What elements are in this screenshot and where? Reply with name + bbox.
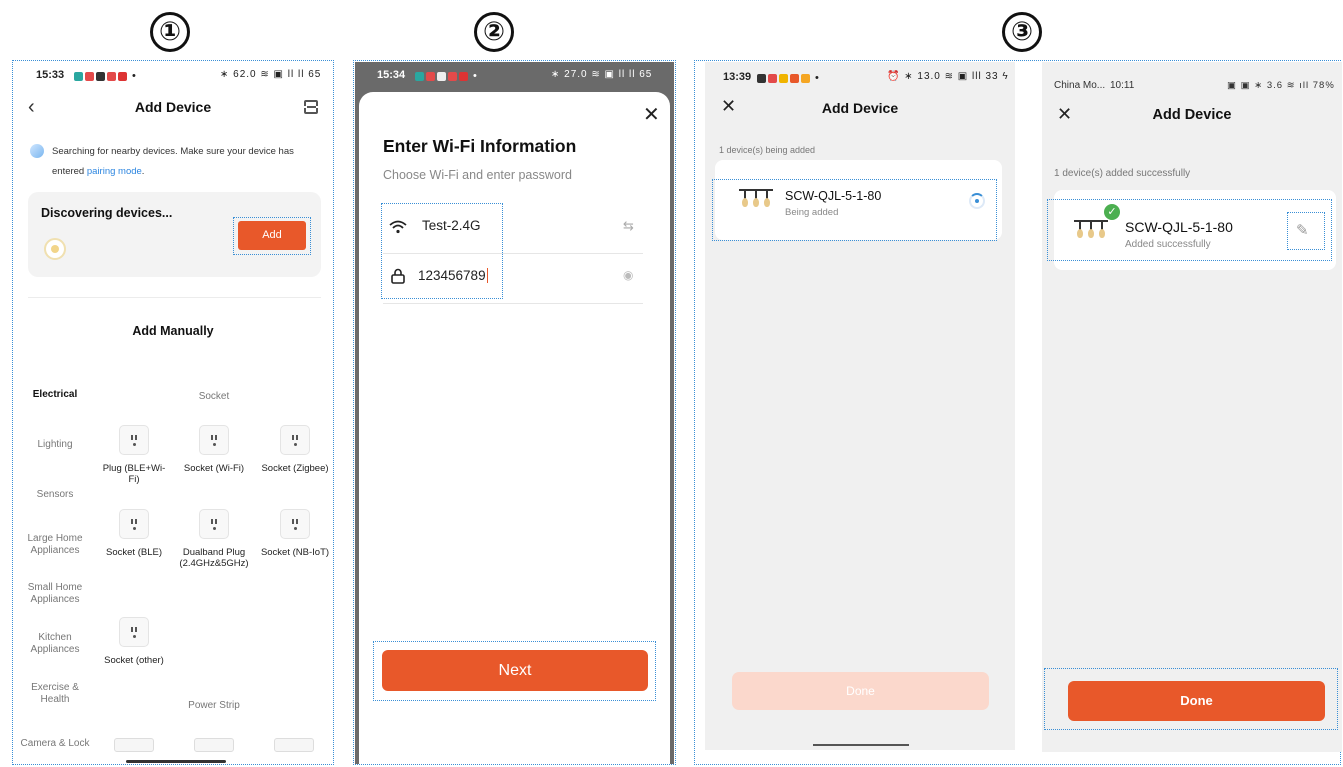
- status-time: 10:11: [1110, 80, 1135, 91]
- page-title: Add Device: [1152, 107, 1232, 123]
- product-plug-ble-wifi[interactable]: Plug (BLE+Wi-Fi): [99, 425, 169, 485]
- next-button[interactable]: Next: [382, 650, 648, 691]
- divider: [28, 297, 321, 298]
- sidebar-item-kitchen[interactable]: Kitchen Appliances: [18, 632, 92, 656]
- step-2-marker: ②: [474, 12, 514, 52]
- carrier: China Mo...: [1054, 80, 1106, 91]
- product-socket-wifi[interactable]: Socket (Wi-Fi): [179, 425, 249, 474]
- sidebar-item-exercise[interactable]: Exercise & Health: [18, 682, 92, 706]
- device-icon: [44, 238, 66, 260]
- status-icons: ∗ 27.0 ≋ ▣ ll ll 65: [551, 69, 653, 80]
- product-dualband-plug[interactable]: Dualband Plug (2.4GHz&5GHz): [179, 509, 249, 569]
- sidebar-item-camera[interactable]: Camera & Lock: [18, 738, 92, 749]
- device-highlight: [712, 179, 997, 241]
- screen-4: China Mo... 10:11 ▣ ▣ ∗ 3.6 ≋ ıll 78% ✕ …: [1042, 62, 1342, 752]
- screen-2: 15:34 • ∗ 27.0 ≋ ▣ ll ll 65 ✕ Enter Wi-F…: [355, 62, 674, 764]
- status-icons: ⏰ ∗ 13.0 ≋ ▣ lll 33 ϟ: [887, 71, 1009, 82]
- power-strip-2[interactable]: [194, 738, 234, 752]
- status-time: 15:33: [36, 69, 65, 81]
- manual-title: Add Manually: [132, 324, 214, 338]
- page-title: Add Device: [134, 99, 212, 115]
- switch-network-icon[interactable]: ⇆: [623, 218, 634, 234]
- screen-3: 13:39 • ⏰ ∗ 13.0 ≋ ▣ lll 33 ϟ ✕ Add Devi…: [705, 62, 1015, 750]
- page-title: Add Device: [821, 100, 899, 116]
- searching-indicator: [30, 144, 44, 158]
- status-time: 15:34: [377, 69, 406, 81]
- credentials-highlight: [381, 203, 503, 299]
- screen-1: 15:33 • ∗ 62.0 ≋ ▣ ll ll 65 ‹ Add Device…: [14, 62, 332, 764]
- power-strip-1[interactable]: [114, 738, 154, 752]
- search-hint: Searching for nearby devices. Make sure …: [52, 146, 294, 177]
- done-button[interactable]: Done: [1068, 681, 1325, 721]
- status-icons: ∗ 62.0 ≋ ▣ ll ll 65: [220, 69, 322, 80]
- edit-icon[interactable]: ✎: [1296, 221, 1309, 239]
- sheet-subheading: Choose Wi-Fi and enter password: [383, 168, 572, 182]
- section-power-strip: Power Strip: [188, 700, 240, 711]
- sidebar-item-electrical[interactable]: Electrical: [18, 389, 92, 400]
- sidebar-item-sensors[interactable]: Sensors: [18, 489, 92, 500]
- status-icons: ▣ ▣ ∗ 3.6 ≋ ıll 78%: [1227, 80, 1335, 91]
- discover-label: Discovering devices...: [41, 206, 173, 220]
- power-strip-3[interactable]: [274, 738, 314, 752]
- scan-icon[interactable]: [303, 100, 319, 114]
- adding-status: 1 device(s) being added: [719, 145, 816, 155]
- home-indicator: [813, 744, 909, 746]
- section-socket: Socket: [198, 391, 230, 402]
- sidebar-item-large-home[interactable]: Large Home Appliances: [18, 533, 92, 557]
- sidebar-item-lighting[interactable]: Lighting: [18, 439, 92, 450]
- home-indicator: [126, 760, 226, 763]
- success-status: 1 device(s) added successfully: [1054, 168, 1191, 179]
- add-button[interactable]: Add: [238, 221, 306, 250]
- done-button-disabled: Done: [732, 672, 989, 710]
- show-password-icon[interactable]: ◉: [623, 268, 633, 282]
- product-socket-zigbee[interactable]: Socket (Zigbee): [260, 425, 330, 474]
- product-socket-other[interactable]: Socket (other): [99, 617, 169, 666]
- sidebar-item-small-home[interactable]: Small Home Appliances: [18, 582, 92, 606]
- close-icon[interactable]: ✕: [643, 102, 660, 127]
- step-1-marker: ①: [150, 12, 190, 52]
- sheet-heading: Enter Wi-Fi Information: [383, 136, 577, 156]
- product-socket-ble[interactable]: Socket (BLE): [99, 509, 169, 558]
- step-3-marker: ③: [1002, 12, 1042, 52]
- status-time: 13:39: [723, 71, 752, 83]
- product-socket-nbiot[interactable]: Socket (NB-IoT): [260, 509, 330, 558]
- pairing-mode-link[interactable]: pairing mode: [87, 166, 142, 177]
